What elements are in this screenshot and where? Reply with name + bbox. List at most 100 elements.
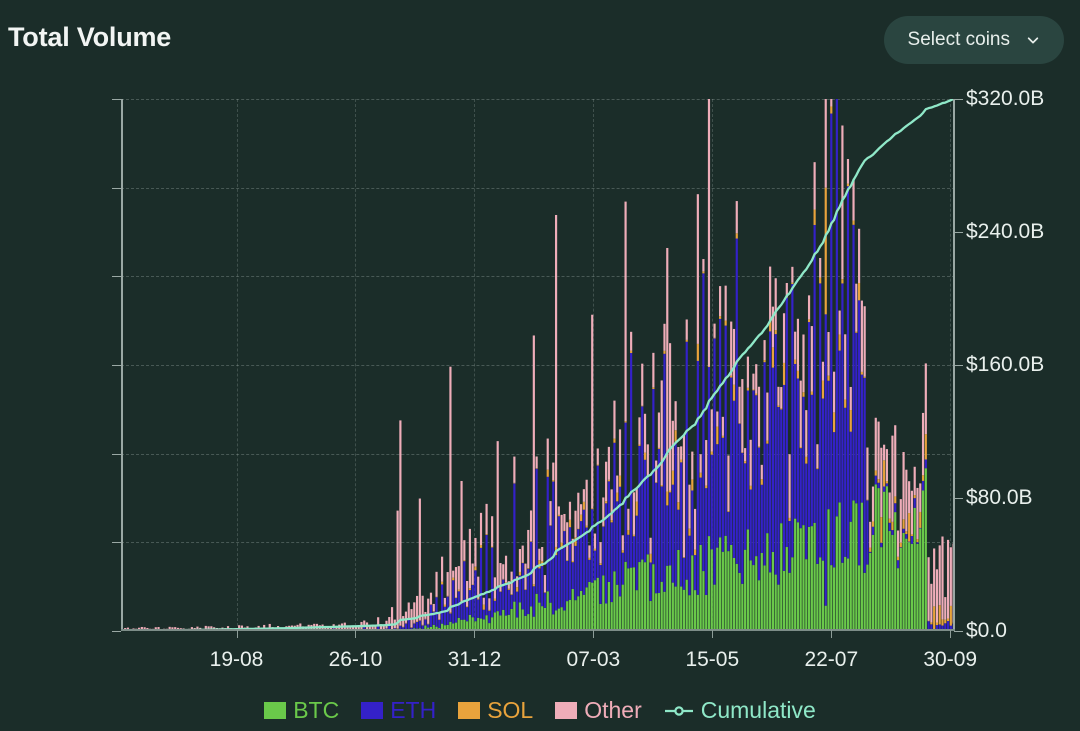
bar-segment-btc (777, 585, 779, 631)
bar-segment-other (744, 448, 746, 461)
bar-segment-sol (883, 460, 885, 486)
x-axis-tick-label: 07-03 (567, 648, 621, 672)
bar-segment-other (822, 362, 824, 381)
bar-segment-sol (886, 481, 888, 483)
bar-segment-other (391, 607, 393, 631)
bar-segment-sol (597, 465, 599, 466)
bar-segment-eth (905, 534, 907, 539)
bar-segment-btc (869, 553, 871, 631)
bar-segment-other (939, 545, 941, 605)
legend-item-other[interactable]: Other (555, 697, 642, 724)
bar-segment-other (422, 596, 424, 625)
bar-segment-other (644, 414, 646, 453)
select-coins-button[interactable]: Select coins (884, 16, 1064, 64)
bar-segment-other (702, 259, 704, 271)
bar-segment-btc (844, 557, 846, 631)
bar-segment-eth (844, 408, 846, 557)
bar-segment-sol (405, 623, 407, 624)
bar-segment-eth (719, 319, 721, 537)
bar-segment-btc (519, 602, 521, 631)
bar-segment-other (549, 501, 551, 525)
bar-segment-btc (800, 528, 802, 631)
bar-segment-btc (872, 535, 874, 631)
legend-item-btc[interactable]: BTC (264, 697, 339, 724)
bar-segment-sol (777, 406, 779, 407)
bar-segment-btc (580, 591, 582, 631)
bar-segment-eth (483, 610, 485, 620)
bar-segment-eth (694, 555, 696, 590)
bar-segment-btc (855, 503, 857, 631)
bar-segment-sol (552, 480, 554, 481)
bar-segment-sol (508, 589, 510, 590)
bar-segment-btc (738, 573, 740, 631)
bar-segment-other (947, 540, 949, 619)
stacked-bars (121, 99, 954, 631)
bar-segment-sol (722, 436, 724, 438)
bar-segment-sol (816, 468, 818, 469)
bar-segment-other (652, 353, 654, 388)
bar-segment-eth (599, 565, 601, 604)
bar-segment-other (566, 522, 568, 560)
bar-segment-other (435, 572, 437, 597)
bar-segment-eth (460, 603, 462, 620)
bar-segment-sol (875, 470, 877, 475)
bar-segment-sol (686, 340, 688, 342)
y-axis-right-tick (954, 498, 963, 499)
bar-segment-eth (524, 590, 526, 616)
bar-segment-sol (947, 618, 949, 621)
bar-segment-eth (583, 510, 585, 595)
y-axis-left-tick (112, 365, 121, 366)
bar-segment-eth (730, 377, 732, 544)
bar-segment-eth (697, 361, 699, 595)
bar-segment-eth (533, 586, 535, 616)
bar-segment-other (633, 492, 635, 534)
bar-segment-eth (516, 592, 518, 618)
bar-segment-sol (711, 452, 713, 455)
bar-segment-other (472, 564, 474, 585)
bar-segment-other (928, 557, 930, 620)
bar-segment-eth (427, 624, 429, 628)
bar-segment-other (460, 481, 462, 603)
bar-segment-eth (775, 334, 777, 574)
bar-segment-eth (836, 99, 838, 516)
bar-segment-eth (652, 389, 654, 564)
bar-segment-other (541, 547, 543, 561)
bar-segment-eth (424, 619, 426, 626)
legend-item-cumulative[interactable]: Cumulative (664, 697, 816, 724)
bar-segment-sol (613, 439, 615, 443)
bar-segment-other (791, 267, 793, 283)
bar-segment-eth (558, 516, 560, 608)
legend-label: ETH (390, 697, 436, 724)
bar-segment-btc (761, 553, 763, 631)
bar-segment-other (627, 509, 629, 530)
bar-segment-eth (761, 485, 763, 553)
bar-segment-btc (538, 603, 540, 631)
bar-segment-other (522, 546, 524, 563)
x-axis-tick-label: 26-10 (329, 648, 383, 672)
x-axis-tick (474, 630, 475, 638)
bar-segment-sol (772, 347, 774, 367)
bar-segment-btc (541, 606, 543, 631)
legend-item-eth[interactable]: ETH (361, 697, 436, 724)
bar-segment-btc (783, 571, 785, 631)
plot-area[interactable] (121, 99, 955, 631)
legend-item-sol[interactable]: SOL (458, 697, 533, 724)
bar-segment-other (433, 604, 435, 611)
bar-segment-eth (636, 516, 638, 590)
bar-segment-other (800, 381, 802, 447)
bar-segment-btc (536, 594, 538, 631)
bar-segment-other (469, 529, 471, 588)
bar-segment-other (716, 412, 718, 427)
bar-segment-btc (700, 545, 702, 631)
chevron-down-icon (1026, 33, 1040, 47)
bar-segment-other (944, 597, 946, 620)
bar-segment-other (544, 575, 546, 592)
bar-segment-eth (672, 485, 674, 583)
bar-segment-sol (763, 360, 765, 362)
bar-segment-eth (594, 551, 596, 581)
bar-segment-other (505, 556, 507, 582)
bar-segment-sol (586, 526, 588, 528)
bar-segment-eth (563, 531, 565, 611)
bar-segment-sol (755, 394, 757, 396)
bar-segment-sol (800, 447, 802, 448)
